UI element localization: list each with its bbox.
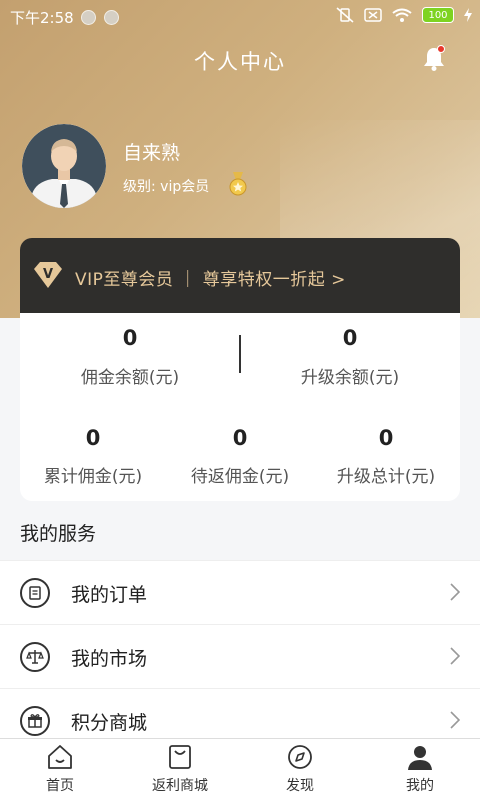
no-sim-icon (364, 8, 382, 22)
list-item-label: 我的市场 (71, 648, 148, 670)
list-item-market[interactable]: 我的市场 (0, 624, 480, 688)
bottom-tab-bar: 首页 返利商城 发现 我的 (0, 738, 480, 801)
chevron-right-icon (450, 647, 460, 665)
shopping-bag-icon (169, 745, 191, 769)
tab-label: 我的 (406, 778, 434, 794)
vip-banner-text[interactable]: VIP至尊会员 ｜ 尊享特权一折起 > (75, 265, 346, 290)
compass-icon (288, 745, 312, 769)
battery-icon: 100 (422, 7, 454, 23)
vip-badge-icon: V (34, 262, 62, 288)
home-icon (48, 745, 72, 769)
services-title: 我的服务 (20, 523, 97, 545)
status-time: 下午2:58 (10, 9, 74, 27)
list-item-label: 积分商城 (71, 712, 148, 734)
chevron-right-icon (450, 711, 460, 729)
stats-divider (239, 335, 241, 373)
avatar-person-icon (22, 124, 106, 208)
avatar[interactable] (22, 124, 106, 208)
tab-rebate-mall[interactable]: 返利商城 (120, 739, 240, 801)
tab-label: 发现 (286, 778, 314, 794)
total-commission-value: 0 (85, 426, 101, 450)
tab-discover[interactable]: 发现 (240, 739, 360, 801)
wifi-icon (392, 8, 412, 22)
chevron-right-icon (450, 583, 460, 601)
total-commission-label: 累计佣金(元) (43, 467, 143, 487)
tab-label: 首页 (46, 778, 74, 794)
user-icon (408, 746, 432, 770)
commission-balance-value: 0 (122, 326, 138, 350)
vip-badge-letter: V (43, 267, 53, 282)
services-list: 我的订单 我的市场 积分商城 (0, 560, 480, 752)
status-bar: 下午2:58 100 (0, 0, 480, 32)
upgrade-balance-value: 0 (342, 326, 358, 350)
upgrade-total-label: 升级总计(元) (336, 467, 436, 487)
pending-commission-label: 待返佣金(元) (190, 467, 290, 487)
upgrade-total-value: 0 (378, 426, 394, 450)
charging-icon (464, 8, 472, 22)
username: 自来熟 (123, 142, 181, 164)
notification-dot-icon (104, 10, 119, 25)
medal-icon (229, 172, 247, 196)
bell-icon[interactable] (420, 45, 448, 73)
order-icon (20, 578, 50, 608)
tab-label: 返利商城 (152, 778, 208, 794)
page-title: 个人中心 (194, 50, 286, 74)
gift-icon (20, 706, 50, 736)
tab-home[interactable]: 首页 (0, 739, 120, 801)
tab-mine[interactable]: 我的 (360, 739, 480, 801)
upgrade-balance-label: 升级余额(元) (300, 368, 400, 388)
list-item-orders[interactable]: 我的订单 (0, 560, 480, 624)
pending-commission-value: 0 (232, 426, 248, 450)
notification-dot-icon (81, 10, 96, 25)
list-item-label: 我的订单 (71, 584, 148, 606)
commission-balance-label: 佣金余额(元) (80, 368, 180, 388)
member-level: 级别: vip会员 (123, 179, 210, 195)
scale-icon (20, 642, 50, 672)
vibrate-off-icon (336, 7, 354, 23)
